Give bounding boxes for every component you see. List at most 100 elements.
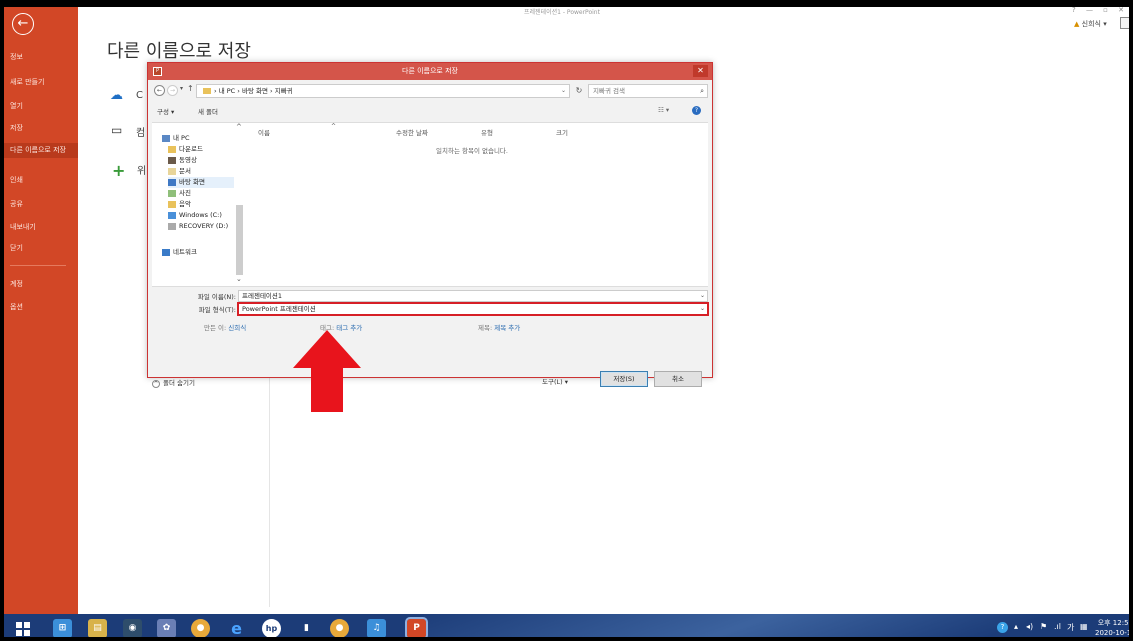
column-name[interactable]: 이름 (258, 127, 270, 137)
dialog-toolbar: 구성 ▾ 새 폴더 ☷ ▾ ? (148, 103, 712, 119)
hp-icon[interactable]: hp (262, 619, 281, 637)
save-button[interactable]: 저장(S) (600, 371, 648, 387)
address-sep: › (270, 87, 273, 95)
onedrive-icon[interactable]: ☁ (110, 88, 123, 103)
up-icon[interactable]: ↑ (187, 84, 194, 93)
place-add[interactable]: 위 (137, 162, 146, 177)
keyboard-icon[interactable]: ▦ (1080, 622, 1088, 631)
chevron-down-icon[interactable]: ⌄ (700, 291, 705, 301)
account-caret: ▾ (1103, 20, 1107, 28)
tools-button[interactable]: 도구(L) ▾ (542, 376, 568, 386)
internet-explorer-icon[interactable]: e (227, 619, 246, 637)
filetype-select[interactable]: PowerPoint 프레젠테이션 ⌄ (237, 302, 709, 316)
tree-item-drive-d[interactable]: RECOVERY (D:) (168, 221, 228, 232)
back-icon[interactable]: ← (154, 85, 165, 96)
tree-item-documents[interactable]: 문서 (168, 166, 191, 177)
help-tray-icon[interactable]: ? (997, 622, 1008, 633)
volume-icon[interactable]: ◂) (1026, 622, 1033, 631)
backstage-item-share[interactable]: 공유 (10, 200, 74, 209)
tree-item-pictures[interactable]: 사진 (168, 188, 191, 199)
desktop-icon (168, 178, 176, 186)
nav-scrollbar-thumb[interactable] (236, 205, 243, 275)
clock[interactable]: 오후 12:50 2020-10-14 (1095, 618, 1129, 637)
address-bar[interactable]: › 내 PC › 바탕 화면 › 지빠귀 ⌄ (196, 84, 570, 98)
tray-expand-icon[interactable]: ▴ (1014, 622, 1018, 631)
avatar[interactable] (1120, 17, 1129, 29)
chevron-down-icon[interactable]: ⌄ (561, 85, 566, 97)
authors-label: 만든 이: (204, 324, 227, 332)
window-controls[interactable]: ? — ▫ ✕ (1072, 7, 1128, 14)
backstage-item-options[interactable]: 옵션 (10, 303, 74, 312)
tree-item-desktop[interactable]: 바탕 화면 (168, 177, 234, 188)
backstage-item-info[interactable]: 정보 (10, 53, 74, 62)
hide-folders-toggle[interactable]: ^ 폴더 숨기기 (152, 377, 195, 388)
authors-value[interactable]: 신희식 (228, 324, 246, 332)
downloads-icon (168, 145, 176, 153)
backstage-item-open[interactable]: 열기 (10, 102, 74, 111)
column-size[interactable]: 크기 (556, 127, 568, 137)
address-sep: › (237, 87, 240, 95)
column-date[interactable]: 수정한 날짜 (396, 127, 428, 137)
network-signal-icon[interactable]: .ıl (1054, 622, 1061, 631)
document-icon[interactable]: ▮ (297, 619, 316, 637)
app3-icon[interactable]: ◉ (123, 619, 142, 637)
powerpoint-icon[interactable]: P (405, 617, 428, 637)
navigation-pane: ^ 내 PC 다운로드 동영상 문서 바탕 화면 사진 음악 Windows (… (152, 123, 244, 286)
column-type[interactable]: 유형 (481, 127, 493, 137)
forward-icon[interactable]: → (167, 85, 178, 96)
close-icon[interactable]: ✕ (693, 65, 708, 77)
tree-item-downloads[interactable]: 다운로드 (168, 144, 203, 155)
breadcrumb-folder[interactable]: 지빠귀 (275, 87, 293, 95)
videos-icon (168, 156, 176, 164)
dialog-title: 다른 이름으로 저장 (402, 67, 458, 75)
tree-item-network[interactable]: 네트워크 (162, 247, 197, 258)
hide-folders-label: 폴더 숨기기 (163, 379, 195, 387)
tree-item-videos[interactable]: 동영상 (168, 155, 197, 166)
dialog-titlebar[interactable]: P 다른 이름으로 저장 ✕ (148, 63, 712, 80)
computer-icon[interactable]: ▭ (111, 123, 122, 137)
add-place-icon[interactable]: + (112, 161, 125, 180)
title-value[interactable]: 제목 추가 (494, 324, 520, 332)
new-folder-button[interactable]: 새 폴더 (198, 106, 218, 116)
tree-item-my-pc[interactable]: 내 PC (162, 133, 190, 144)
chrome-icon[interactable]: ● (330, 619, 349, 637)
view-options-button[interactable]: ☷ ▾ (658, 106, 669, 114)
recent-locations-caret[interactable]: ▾ (180, 85, 183, 92)
app10-icon[interactable]: ♫ (367, 619, 386, 637)
breadcrumb-my-pc[interactable]: 내 PC (219, 87, 236, 95)
flag-icon[interactable]: ⚑ (1040, 622, 1047, 631)
file-list: 이름 ^ 수정한 날짜 유형 크기 일치하는 항목이 없습니다. (246, 123, 706, 286)
backstage-item-close[interactable]: 닫기 (10, 244, 74, 253)
backstage-item-account[interactable]: 계정 (10, 280, 74, 289)
backstage-item-save-as[interactable]: 다른 이름으로 저장 (4, 143, 78, 158)
place-onedrive[interactable]: C (136, 90, 143, 101)
scroll-up-icon[interactable]: ^ (236, 123, 242, 131)
chevron-down-icon[interactable]: ⌄ (700, 304, 705, 314)
explorer-icon[interactable]: ⊞ (53, 619, 72, 637)
chrome-icon[interactable]: ● (191, 619, 210, 637)
backstage-item-save[interactable]: 저장 (10, 124, 74, 133)
warning-icon: ▲ (1074, 20, 1080, 28)
filename-field[interactable]: 프레젠테이션1 ⌄ (238, 290, 708, 302)
account-menu[interactable]: ▲ 신희식 ▾ (1074, 19, 1107, 29)
back-arrow-icon[interactable]: ← (12, 13, 34, 35)
backstage-item-new[interactable]: 새로 만들기 (10, 78, 74, 87)
app4-icon[interactable]: ✿ (157, 619, 176, 637)
help-icon[interactable]: ? (692, 106, 701, 115)
search-input[interactable]: 지빠귀 검색 ⌕ (588, 84, 708, 98)
place-computer[interactable]: 컴 (136, 124, 145, 139)
cancel-button[interactable]: 취소 (654, 371, 702, 387)
scroll-down-icon[interactable]: ⌄ (236, 275, 242, 283)
ime-indicator[interactable]: 가 (1067, 622, 1074, 633)
files-icon[interactable]: ▤ (88, 619, 107, 637)
backstage-item-export[interactable]: 내보내기 (10, 223, 74, 232)
red-arrow-annotation (293, 330, 361, 412)
refresh-icon[interactable]: ↻ (572, 84, 586, 98)
screen: ← 정보 새로 만들기 열기 저장 다른 이름으로 저장 인쇄 공유 내보내기 … (0, 0, 1133, 641)
organize-button[interactable]: 구성 ▾ (157, 106, 174, 116)
breadcrumb-desktop[interactable]: 바탕 화면 (242, 87, 268, 95)
tree-item-drive-c[interactable]: Windows (C:) (168, 210, 222, 221)
backstage-item-print[interactable]: 인쇄 (10, 176, 74, 185)
start-button-icon[interactable] (16, 622, 30, 636)
tree-item-music[interactable]: 음악 (168, 199, 191, 210)
